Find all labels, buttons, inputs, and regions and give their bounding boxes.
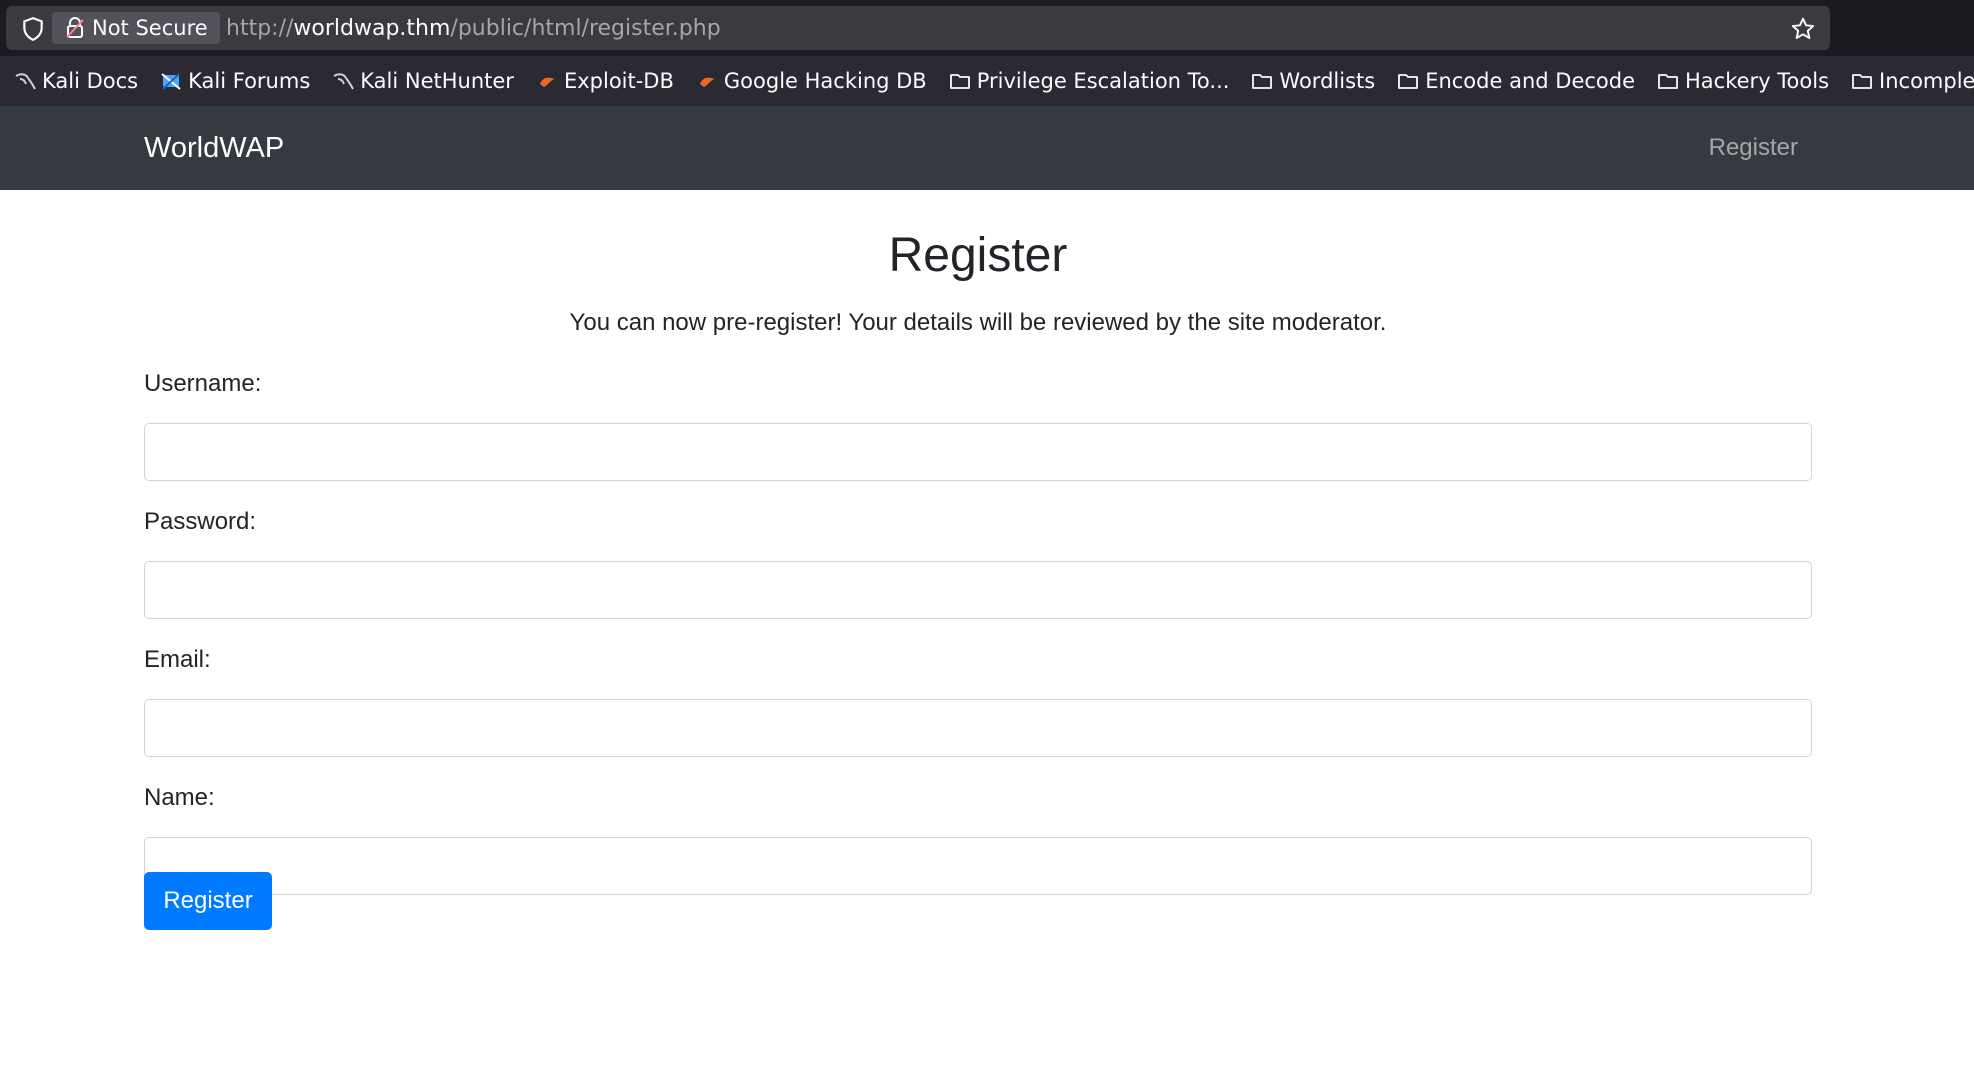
folder-icon bbox=[1658, 74, 1678, 89]
email-input[interactable] bbox=[144, 699, 1812, 757]
bookmark-kali-docs[interactable]: Kali Docs bbox=[14, 69, 138, 93]
bookmark-folder-privilege-escalation[interactable]: Privilege Escalation To... bbox=[949, 69, 1230, 93]
url-text[interactable]: http://worldwap.thm/public/html/register… bbox=[226, 6, 721, 50]
username-label: Username: bbox=[144, 370, 262, 397]
page-title: Register bbox=[888, 229, 1068, 282]
bookmark-label: Wordlists bbox=[1279, 69, 1376, 93]
bookmarks-toolbar: Kali Docs Kali Forums Kali NetHunter Exp… bbox=[0, 56, 1974, 107]
kali-dragon-icon bbox=[333, 73, 355, 90]
browser-toolbar: Not Secure http://worldwap.thm/public/ht… bbox=[0, 0, 1974, 56]
kali-forums-icon bbox=[161, 73, 181, 90]
email-label: Email: bbox=[144, 646, 211, 673]
not-secure-label: Not Secure bbox=[92, 16, 208, 40]
url-prefix: http:// bbox=[226, 15, 294, 41]
bookmark-exploit-db[interactable]: Exploit-DB bbox=[536, 69, 674, 93]
register-form: Username: Password: Email: Name: Registe… bbox=[144, 369, 1812, 930]
kali-dragon-icon bbox=[15, 73, 36, 90]
name-input[interactable] bbox=[144, 837, 1812, 895]
bookmark-label: Kali Docs bbox=[42, 69, 139, 93]
password-label: Password: bbox=[144, 508, 257, 535]
bookmark-label: Hackery Tools bbox=[1685, 69, 1830, 93]
site-brand-link[interactable]: WorldWAP bbox=[144, 106, 284, 190]
bookmark-kali-forums[interactable]: Kali Forums bbox=[160, 69, 310, 93]
bookmark-kali-nethunter[interactable]: Kali NetHunter bbox=[332, 69, 514, 93]
bookmark-label: Kali Forums bbox=[188, 69, 311, 93]
bookmark-star-icon[interactable] bbox=[1790, 16, 1816, 42]
exploitdb-icon bbox=[699, 77, 714, 87]
username-group: Username: bbox=[144, 369, 1812, 481]
nav-register-link[interactable]: Register bbox=[1709, 106, 1798, 190]
bookmark-folder-incomplete-lab[interactable]: Incomplete Lab W bbox=[1851, 69, 1974, 93]
register-container: Register You can now pre-register! Your … bbox=[144, 190, 1812, 930]
folder-icon bbox=[1252, 74, 1273, 89]
bookmark-label: Google Hacking DB bbox=[723, 69, 927, 93]
folder-icon bbox=[1852, 74, 1872, 89]
name-label: Name: bbox=[144, 784, 215, 811]
username-input[interactable] bbox=[144, 423, 1812, 481]
address-bar[interactable]: Not Secure http://worldwap.thm/public/ht… bbox=[6, 6, 1830, 50]
intro-text: You can now pre-register! Your details w… bbox=[569, 309, 1387, 336]
bookmark-label: Privilege Escalation To... bbox=[976, 69, 1230, 93]
folder-icon bbox=[949, 74, 970, 89]
bookmark-folder-hackery-tools[interactable]: Hackery Tools bbox=[1657, 69, 1829, 93]
name-group: Name: bbox=[144, 783, 1812, 895]
bookmark-google-hacking-db[interactable]: Google Hacking DB bbox=[696, 69, 927, 93]
register-submit-button[interactable]: Register bbox=[144, 872, 272, 930]
password-group: Password: bbox=[144, 507, 1812, 619]
not-secure-badge[interactable]: Not Secure bbox=[52, 12, 220, 44]
tracking-protection-shield-icon[interactable] bbox=[20, 16, 46, 42]
insecure-lock-icon bbox=[66, 17, 84, 38]
email-group: Email: bbox=[144, 645, 1812, 757]
bookmark-label: Kali NetHunter bbox=[360, 69, 514, 93]
bookmark-folder-encode-decode[interactable]: Encode and Decode bbox=[1397, 69, 1635, 93]
password-input[interactable] bbox=[144, 561, 1812, 619]
folder-icon bbox=[1398, 74, 1419, 89]
bookmark-label: Incomplete Lab W bbox=[1879, 69, 1974, 93]
url-host: worldwap.thm bbox=[293, 15, 451, 41]
url-path: /public/html/register.php bbox=[450, 15, 721, 41]
site-navbar: WorldWAP Register bbox=[0, 106, 1974, 190]
exploitdb-icon bbox=[539, 77, 554, 87]
bookmark-label: Encode and Decode bbox=[1425, 69, 1636, 93]
bookmark-folder-wordlists[interactable]: Wordlists bbox=[1251, 69, 1375, 93]
bookmark-label: Exploit-DB bbox=[563, 69, 674, 93]
